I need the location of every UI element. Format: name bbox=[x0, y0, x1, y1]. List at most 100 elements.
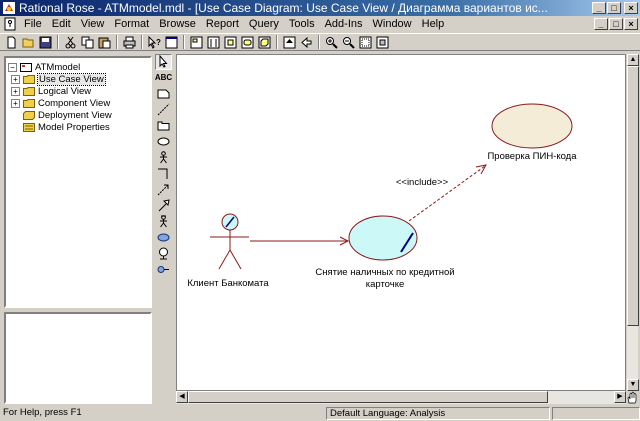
browse-component-diagram-button[interactable] bbox=[222, 35, 238, 50]
tree-item-deployment-view[interactable]: Deployment View bbox=[23, 109, 112, 121]
diagram-toolbox: ABC bbox=[155, 54, 174, 405]
horizontal-scroll-thumb[interactable] bbox=[188, 391, 548, 403]
menu-browse[interactable]: Browse bbox=[154, 16, 201, 32]
mdi-minimize-button[interactable]: _ bbox=[594, 18, 608, 30]
use-case-pin-check[interactable] bbox=[491, 103, 573, 149]
business-actor-icon bbox=[160, 215, 167, 228]
browse-interaction-diagram-button[interactable] bbox=[205, 35, 221, 50]
menu-format[interactable]: Format bbox=[109, 16, 154, 32]
mdi-restore-button[interactable]: □ bbox=[609, 18, 623, 30]
menu-window[interactable]: Window bbox=[368, 16, 417, 32]
tree-item-logical-view[interactable]: + Logical View bbox=[11, 85, 91, 97]
zoom-in-icon bbox=[325, 36, 338, 49]
paste-button[interactable] bbox=[96, 35, 112, 50]
tree-item-component-view[interactable]: + Component View bbox=[11, 97, 110, 109]
selection-tool[interactable] bbox=[155, 54, 172, 70]
association-line[interactable] bbox=[250, 236, 350, 246]
close-button[interactable]: × bbox=[624, 2, 638, 14]
model-browser[interactable]: − ATMmodel + Use Case View + Logical Vie… bbox=[4, 56, 152, 308]
expand-expander[interactable]: + bbox=[11, 86, 20, 96]
view-documentation-button[interactable] bbox=[163, 35, 179, 50]
expand-expander[interactable]: + bbox=[11, 74, 20, 84]
unidirectional-association-tool[interactable] bbox=[155, 166, 172, 182]
expand-expander[interactable]: + bbox=[11, 98, 20, 108]
tree-label: Model Properties bbox=[38, 121, 110, 133]
context-help-button[interactable]: ? bbox=[146, 35, 162, 50]
actor-tool[interactable] bbox=[155, 150, 172, 166]
scroll-left-arrow-icon[interactable]: ◀ bbox=[176, 391, 188, 403]
use-case-tool[interactable] bbox=[155, 134, 172, 150]
browse-deployment-diagram-button[interactable] bbox=[256, 35, 272, 50]
parent-arrow-icon bbox=[283, 36, 295, 48]
business-worker-tool[interactable] bbox=[155, 246, 172, 262]
tree-item-model-properties[interactable]: Model Properties bbox=[23, 121, 110, 133]
menu-help[interactable]: Help bbox=[417, 16, 450, 32]
minimize-button[interactable]: _ bbox=[592, 2, 606, 14]
scroll-up-arrow-icon[interactable]: ▲ bbox=[627, 54, 639, 66]
menu-report[interactable]: Report bbox=[201, 16, 244, 32]
generalization-tool[interactable] bbox=[155, 198, 172, 214]
maximize-button[interactable]: □ bbox=[607, 2, 621, 14]
save-button[interactable] bbox=[37, 35, 53, 50]
new-button[interactable] bbox=[3, 35, 19, 50]
zoom-out-icon bbox=[342, 36, 355, 49]
menu-tools[interactable]: Tools bbox=[284, 16, 320, 32]
collapse-expander[interactable]: − bbox=[8, 62, 17, 72]
browse-previous-button[interactable] bbox=[298, 35, 314, 50]
menu-edit[interactable]: Edit bbox=[47, 16, 76, 32]
paste-icon bbox=[98, 37, 110, 48]
hand-pan-icon[interactable] bbox=[626, 391, 638, 404]
documentation-window-icon bbox=[165, 36, 177, 48]
use-case-diagram-canvas[interactable]: Клиент Банкомата Снятие наличных по кред… bbox=[176, 54, 626, 391]
zoom-out-button[interactable] bbox=[340, 35, 356, 50]
deployment-icon bbox=[23, 110, 35, 120]
dependency-tool[interactable] bbox=[155, 182, 172, 198]
anchor-note-tool[interactable] bbox=[155, 102, 172, 118]
package-tool[interactable] bbox=[155, 118, 172, 134]
tree-root[interactable]: − ATMmodel bbox=[8, 61, 80, 73]
vertical-scrollbar[interactable]: ▲ ▼ bbox=[626, 54, 639, 391]
actor-label: Клиент Банкомата bbox=[187, 278, 269, 289]
diagram-document-icon[interactable] bbox=[3, 17, 17, 31]
browse-class-diagram-button[interactable] bbox=[188, 35, 204, 50]
mdi-close-button[interactable]: × bbox=[624, 18, 638, 30]
tree-label: Logical View bbox=[38, 85, 92, 97]
text-tool[interactable]: ABC bbox=[155, 70, 172, 86]
browse-state-diagram-button[interactable] bbox=[239, 35, 255, 50]
zoom-in-button[interactable] bbox=[323, 35, 339, 50]
tree-item-use-case-view[interactable]: + Use Case View bbox=[11, 72, 106, 86]
actor-figure-icon bbox=[160, 151, 167, 164]
menu-view[interactable]: View bbox=[76, 16, 110, 32]
open-button[interactable] bbox=[20, 35, 36, 50]
scroll-right-arrow-icon[interactable]: ▶ bbox=[614, 391, 626, 403]
actor-atm-client[interactable] bbox=[210, 213, 249, 270]
include-dependency[interactable] bbox=[408, 164, 487, 222]
fit-in-window-button[interactable] bbox=[357, 35, 373, 50]
cut-button[interactable] bbox=[62, 35, 78, 50]
menu-add-ins[interactable]: Add-Ins bbox=[320, 16, 368, 32]
use-case-withdraw-cash[interactable] bbox=[348, 215, 418, 261]
note-tool[interactable] bbox=[155, 86, 172, 102]
browse-parent-button[interactable] bbox=[281, 35, 297, 50]
diagram-drawing bbox=[210, 103, 573, 270]
menu-query[interactable]: Query bbox=[244, 16, 284, 32]
menu-file[interactable]: File bbox=[19, 16, 47, 32]
note-icon bbox=[157, 89, 170, 99]
printer-icon bbox=[123, 36, 135, 48]
documentation-window[interactable] bbox=[4, 312, 152, 404]
scroll-down-arrow-icon[interactable]: ▼ bbox=[627, 379, 639, 391]
interface-tool[interactable] bbox=[155, 262, 172, 278]
use-case-ellipse-icon bbox=[157, 137, 170, 146]
properties-icon bbox=[23, 122, 35, 132]
print-button[interactable] bbox=[121, 35, 137, 50]
state-diagram-icon bbox=[241, 36, 253, 48]
vertical-scroll-thumb[interactable] bbox=[627, 66, 639, 326]
horizontal-scrollbar[interactable]: ◀ ▶ bbox=[176, 391, 626, 404]
copy-button[interactable] bbox=[79, 35, 95, 50]
business-actor-tool[interactable] bbox=[155, 214, 172, 230]
undo-fit-button[interactable] bbox=[374, 35, 390, 50]
fit-window-icon bbox=[359, 36, 371, 48]
text-tool-label: ABC bbox=[154, 73, 173, 83]
business-use-case-tool[interactable] bbox=[155, 230, 172, 246]
interaction-diagram-icon bbox=[207, 36, 219, 48]
